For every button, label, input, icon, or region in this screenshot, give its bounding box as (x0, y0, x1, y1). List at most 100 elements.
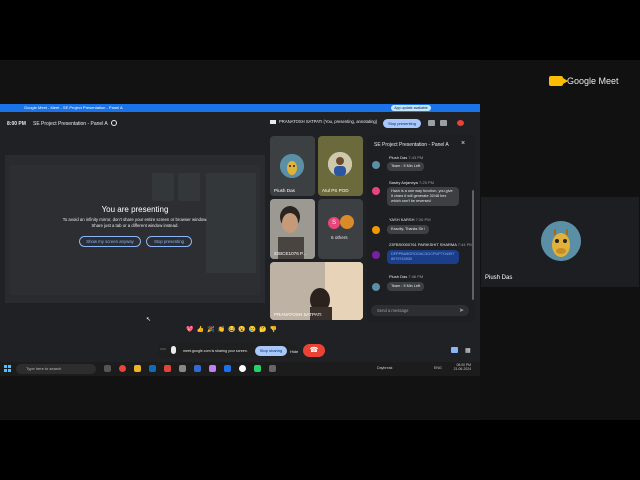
chat-time: 7:46 PM (408, 274, 424, 279)
ghost-tile (178, 173, 200, 201)
chat-author-name: YASH KARSH (389, 217, 415, 222)
chat-author: Piush Das 7:43 PM (389, 155, 423, 160)
participant-name: Piush Das (274, 188, 295, 193)
chat-input[interactable]: Send a message (371, 305, 469, 316)
presenter-status: PRANATOSH SATPATI (You, presenting, anno… (270, 119, 377, 124)
chat-author-name: 23FBS0000761 PARIKSHIT SHARMA (389, 242, 457, 247)
send-icon[interactable]: ➤ (459, 307, 464, 314)
people-icon[interactable] (440, 120, 447, 126)
participant-name: 22BCE1076 P... (274, 251, 307, 256)
meeting-time: 8:00 PM (7, 121, 26, 127)
chat-author: Piush Das 7:46 PM (389, 274, 423, 279)
taskbar-weather[interactable]: Daybreak (377, 366, 392, 370)
taskbar-language[interactable]: ENG (434, 366, 442, 370)
app-icon[interactable] (254, 365, 261, 372)
stop-presenting-button[interactable]: Stop presenting (383, 119, 421, 128)
google-meet-logo: Google Meet (549, 76, 619, 86)
edge-icon[interactable] (149, 365, 156, 372)
meeting-title: SE Project Presentation - Panel A (33, 121, 108, 127)
sharing-status-text: meet.google.com is sharing your screen. (183, 349, 248, 353)
meet-camera-icon (549, 76, 568, 86)
chat-message: Team : 5 Min Left (387, 282, 425, 291)
app-icon[interactable] (269, 365, 276, 372)
windows-start-icon[interactable] (4, 365, 11, 372)
reaction-heart[interactable]: 💖 (186, 326, 193, 333)
chat-time: 7:43 PM (408, 155, 424, 160)
end-call-button[interactable]: ☎ (303, 344, 325, 357)
file-explorer-icon[interactable] (134, 365, 141, 372)
reaction-sad[interactable]: 😢 (249, 326, 256, 333)
stop-presenting-inline-button[interactable]: Stop presenting (146, 236, 192, 247)
reaction-thumbs-up[interactable]: 👍 (196, 326, 203, 333)
browser-tab[interactable]: Google Meet - Meet - SE Project Presenta… (24, 105, 123, 110)
screen: { "outer": { "brand": "Google Meet", "pa… (0, 0, 640, 480)
infinity-mirror-preview (10, 165, 260, 295)
layout-icon[interactable] (428, 120, 435, 126)
close-icon[interactable]: × (461, 140, 465, 147)
reaction-thumbs-down[interactable]: 👎 (270, 326, 277, 333)
participant-avatar-icon (340, 215, 354, 229)
chat-message: DFPPBA8GROGAC3GCPUP7O4397 8979743930 (387, 250, 459, 264)
chat-scrollbar[interactable] (472, 190, 474, 300)
chat-title: SE Project Presentation - Panel A (374, 142, 449, 148)
mic-icon[interactable] (171, 346, 176, 354)
reaction-party[interactable]: 🎉 (207, 326, 214, 333)
presenting-note-line: Share just a tab or a different window i… (91, 222, 179, 228)
vscode-icon[interactable] (194, 365, 201, 372)
participant-name: PRANATOSH SATPATI (274, 312, 322, 317)
taskbar-clock[interactable]: 08:00 PM 21-06-2024 (447, 363, 471, 372)
avatar (328, 152, 352, 176)
participant-tile[interactable]: Atul PS POD (318, 136, 363, 196)
app-icon[interactable] (224, 365, 231, 372)
record-icon[interactable] (457, 120, 464, 126)
chat-message: Team : 5 Min Left (387, 162, 425, 171)
info-icon[interactable] (111, 120, 117, 126)
presenting-note: To avoid an infinity mirror, don't share… (45, 217, 225, 228)
task-view-icon[interactable] (104, 365, 111, 372)
chat-author-name: Piush Das (389, 155, 408, 160)
presenting-note-line: To avoid an infinity mirror, don't share… (62, 217, 208, 222)
presenter-status-text: PRANATOSH SATPATI (You, presenting, anno… (279, 119, 378, 124)
more-options-icon[interactable]: ⋯ (160, 346, 166, 353)
reaction-surprised[interactable]: 😮 (238, 326, 245, 333)
show-screen-anyway-button[interactable]: Show my screen anyway (79, 236, 141, 247)
update-available-button[interactable]: App update available (391, 105, 431, 111)
app-icon[interactable] (164, 365, 171, 372)
app-icon[interactable] (239, 365, 246, 372)
chat-avatar (372, 226, 380, 234)
ghost-tile (152, 173, 174, 201)
chat-avatar (372, 161, 380, 169)
chat-icon[interactable] (451, 347, 458, 353)
chat-message: Hash is a one way function, you give it … (387, 187, 459, 206)
apps-grid-icon[interactable]: ▦ (465, 347, 471, 354)
reactions-bar: 💖 👍 🎉 👏 😂 😮 😢 🤔 👎 (186, 326, 277, 333)
giraffe-avatar (541, 221, 581, 261)
taskbar-search-input[interactable]: Type here to search (16, 364, 96, 374)
chat-avatar (372, 187, 380, 195)
participant-badge: S (328, 217, 340, 229)
participant-tile[interactable]: Piush Das (270, 136, 315, 196)
present-screen-icon (270, 119, 276, 124)
participant-video-tile[interactable]: 22BCE1076 P... (270, 199, 315, 259)
self-video-tile[interactable]: PRANATOSH SATPATI (270, 262, 363, 320)
chrome-icon[interactable] (119, 365, 126, 372)
stop-sharing-button[interactable]: Stop sharing (255, 346, 287, 356)
clock-date: 21-06-2024 (453, 367, 471, 372)
others-count: 6 others (331, 235, 348, 240)
app-icon[interactable] (179, 365, 186, 372)
reaction-thinking[interactable]: 🤔 (259, 326, 266, 333)
app-icon[interactable] (209, 365, 216, 372)
chat-author-name: Sastry Anjaneya (389, 180, 418, 185)
participant-name: Atul PS POD (322, 188, 349, 193)
chat-author: Sastry Anjaneya 7:25 PM (389, 180, 434, 185)
hide-button[interactable]: Hide (290, 349, 298, 354)
reaction-laugh[interactable]: 😂 (228, 326, 235, 333)
others-tile[interactable]: S 6 others (318, 199, 363, 259)
chat-avatar (372, 283, 380, 291)
outer-participant-name: Piush Das (485, 275, 513, 281)
mouse-cursor-icon: ↖ (146, 317, 152, 323)
chat-time: 7:25 PM (419, 180, 434, 185)
chat-time: 7:44 PM (457, 242, 473, 247)
reaction-clap[interactable]: 👏 (217, 326, 224, 333)
chat-message: Exactly. Thanks Sir ! (387, 225, 430, 234)
